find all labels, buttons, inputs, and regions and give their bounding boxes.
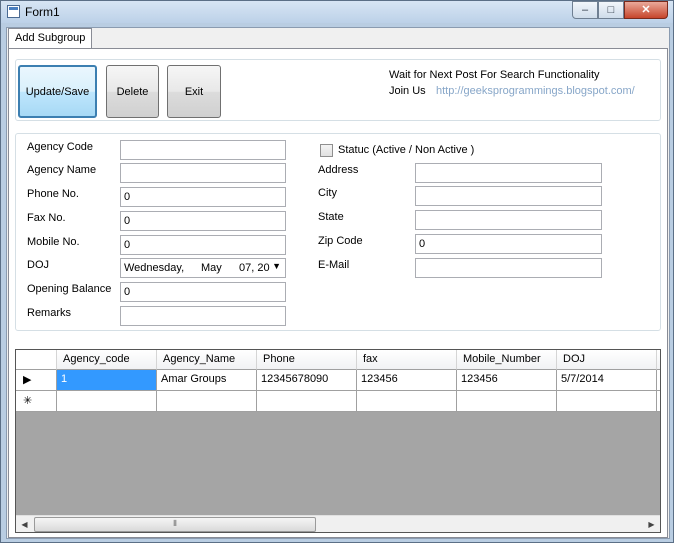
doj-date: 07, 20 bbox=[239, 262, 270, 274]
search-note: Wait for Next Post For Search Functional… bbox=[389, 69, 600, 81]
city-label: City bbox=[318, 187, 337, 199]
state-label: State bbox=[318, 211, 344, 223]
chevron-down-icon[interactable]: ▼ bbox=[272, 261, 281, 271]
doj-month: May bbox=[201, 262, 222, 274]
mobile-input[interactable] bbox=[120, 235, 286, 255]
row-indicator-current[interactable]: ▶ bbox=[16, 370, 57, 391]
phone-input[interactable] bbox=[120, 187, 286, 207]
doj-label: DOJ bbox=[27, 259, 49, 271]
actions-group: Update/Save Delete Exit Wait for Next Po… bbox=[15, 59, 661, 121]
table-cell[interactable]: 5/7/2014 bbox=[557, 370, 657, 391]
remarks-label: Remarks bbox=[27, 307, 72, 319]
column-header-phone[interactable]: Phone bbox=[257, 350, 357, 370]
update-save-button[interactable]: Update/Save bbox=[18, 65, 97, 118]
state-input[interactable] bbox=[415, 210, 602, 230]
main-window: Form1 – □ ✕ Add Subgroup Update/Save Del… bbox=[0, 0, 674, 543]
exit-button[interactable]: Exit bbox=[167, 65, 221, 118]
scroll-thumb[interactable]: ⦀ bbox=[34, 517, 316, 532]
form-client-area: Add Subgroup Update/Save Delete Exit Wai… bbox=[6, 27, 670, 539]
column-header-agency-code[interactable]: Agency_code bbox=[57, 350, 157, 370]
table-cell[interactable]: 123456 bbox=[457, 370, 557, 391]
doj-date-picker[interactable]: Wednesday, May 07, 20 ▼ bbox=[120, 258, 286, 278]
table-cell[interactable] bbox=[57, 391, 157, 412]
table-cell[interactable] bbox=[557, 391, 657, 412]
table-cell[interactable]: 123456 bbox=[357, 370, 457, 391]
title-bar[interactable]: Form1 – □ ✕ bbox=[1, 1, 673, 23]
agency-code-input[interactable] bbox=[120, 140, 286, 160]
table-cell[interactable]: Amar Groups bbox=[157, 370, 257, 391]
grid-corner-header[interactable] bbox=[16, 350, 57, 370]
table-cell[interactable]: 1 bbox=[57, 370, 157, 391]
scroll-right-icon[interactable]: ▶ bbox=[643, 516, 660, 532]
status-label: Statuc (Active / Non Active ) bbox=[338, 144, 475, 156]
column-header-filler bbox=[657, 350, 660, 370]
opening-balance-label: Opening Balance bbox=[27, 283, 112, 295]
agency-name-label: Agency Name bbox=[27, 164, 97, 176]
table-cell[interactable] bbox=[357, 391, 457, 412]
column-header-mobile-number[interactable]: Mobile_Number bbox=[457, 350, 557, 370]
app-icon[interactable] bbox=[7, 5, 20, 18]
tab-add-subgroup[interactable]: Add Subgroup bbox=[8, 28, 92, 49]
table-cell-filler bbox=[657, 370, 660, 391]
blog-link[interactable]: http://geeksprogrammings.blogspot.com/ bbox=[436, 85, 635, 97]
table-cell[interactable] bbox=[257, 391, 357, 412]
table-cell-filler bbox=[657, 391, 660, 412]
agency-details-group: Agency Code Agency Name Phone No. Fax No… bbox=[15, 133, 661, 331]
email-input[interactable] bbox=[415, 258, 602, 278]
agency-data-grid[interactable]: Agency_code Agency_Name Phone fax Mobile… bbox=[15, 349, 661, 533]
table-cell[interactable]: 12345678090 bbox=[257, 370, 357, 391]
city-input[interactable] bbox=[415, 186, 602, 206]
fax-label: Fax No. bbox=[27, 212, 66, 224]
row-indicator-new[interactable]: ✳ bbox=[16, 391, 57, 412]
table-cell[interactable] bbox=[457, 391, 557, 412]
join-us-label: Join Us bbox=[389, 85, 426, 97]
agency-name-input[interactable] bbox=[120, 163, 286, 183]
horizontal-scrollbar[interactable]: ◀ ⦀ ▶ bbox=[16, 515, 660, 532]
delete-button[interactable]: Delete bbox=[106, 65, 159, 118]
zip-input[interactable] bbox=[415, 234, 602, 254]
window-title: Form1 bbox=[25, 5, 60, 19]
mobile-label: Mobile No. bbox=[27, 236, 80, 248]
opening-balance-input[interactable] bbox=[120, 282, 286, 302]
status-checkbox[interactable] bbox=[320, 144, 333, 157]
column-header-doj[interactable]: DOJ bbox=[557, 350, 657, 370]
maximize-button[interactable]: □ bbox=[598, 1, 624, 19]
scroll-left-icon[interactable]: ◀ bbox=[16, 516, 33, 532]
address-input[interactable] bbox=[415, 163, 602, 183]
email-label: E-Mail bbox=[318, 259, 350, 271]
agency-code-label: Agency Code bbox=[27, 141, 94, 153]
table-cell[interactable] bbox=[157, 391, 257, 412]
phone-label: Phone No. bbox=[27, 188, 79, 200]
fax-input[interactable] bbox=[120, 211, 286, 231]
address-label: Address bbox=[318, 164, 359, 176]
minimize-button[interactable]: – bbox=[572, 1, 598, 19]
tab-page-add-subgroup: Update/Save Delete Exit Wait for Next Po… bbox=[8, 48, 668, 538]
remarks-input[interactable] bbox=[120, 306, 286, 326]
zip-label: Zip Code bbox=[318, 235, 363, 247]
doj-day: Wednesday, bbox=[124, 262, 185, 274]
close-button[interactable]: ✕ bbox=[624, 1, 668, 19]
column-header-fax[interactable]: fax bbox=[357, 350, 457, 370]
column-header-agency-name[interactable]: Agency_Name bbox=[157, 350, 257, 370]
